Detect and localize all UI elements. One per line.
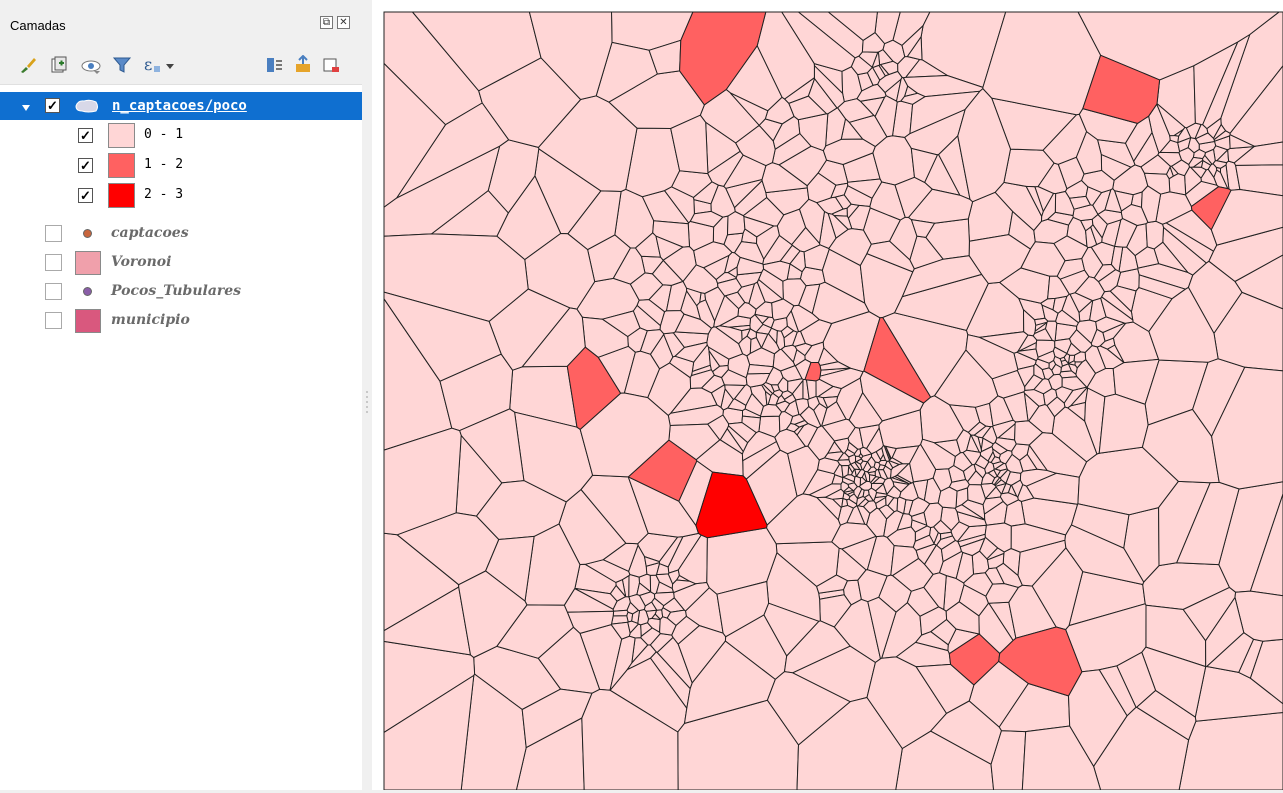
voronoi-cells <box>383 11 1283 790</box>
voronoi-map[interactable] <box>372 0 1283 790</box>
class-label: 2 - 3 <box>144 187 184 202</box>
layers-toolbar: ε <box>0 46 362 85</box>
layer-checkbox[interactable]: ✓ <box>45 98 60 113</box>
eye-icon[interactable] <box>80 54 102 76</box>
class-checkbox[interactable]: ✓ <box>78 158 93 173</box>
layer-name[interactable]: n_captacoes/poco <box>112 98 247 114</box>
layer-name[interactable]: Pocos_Tubulares <box>111 283 241 299</box>
remove-layer-icon[interactable] <box>320 54 342 76</box>
layer-name[interactable]: municipio <box>111 312 190 328</box>
voronoi-cell <box>612 609 629 617</box>
layer-name[interactable]: Voronoi <box>111 254 171 270</box>
layer-row-selected[interactable]: ✓ n_captacoes/poco <box>0 92 362 120</box>
svg-text:ε: ε <box>144 55 152 74</box>
class-swatch <box>108 153 135 178</box>
layer-row-municipio[interactable]: municipio <box>0 307 362 335</box>
class-checkbox[interactable]: ✓ <box>78 128 93 143</box>
point-symbol-icon <box>83 229 92 238</box>
voronoi-cell <box>982 11 1102 116</box>
collapse-arrow-icon[interactable] <box>21 101 31 116</box>
layer-row-voronoi[interactable]: Voronoi <box>0 249 362 277</box>
style-brush-icon[interactable] <box>17 54 39 76</box>
polygon-layer-icon <box>74 98 100 117</box>
class-checkbox[interactable]: ✓ <box>78 188 93 203</box>
add-group-icon[interactable] <box>48 54 70 76</box>
class-swatch <box>108 183 135 208</box>
panel-header: Camadas ⧉ ✕ <box>0 0 362 46</box>
class-swatch <box>108 123 135 148</box>
legend-class-row[interactable]: ✓ 2 - 3 <box>0 180 362 208</box>
collapse-all-icon[interactable] <box>292 54 314 76</box>
layer-checkbox[interactable] <box>45 225 62 242</box>
panel-title: Camadas <box>10 18 66 33</box>
layer-row-pocos_tubulares[interactable]: Pocos_Tubulares <box>0 278 362 306</box>
point-symbol-icon <box>83 287 92 296</box>
filter-icon[interactable] <box>111 54 133 76</box>
voronoi-cell <box>1168 173 1187 196</box>
float-icon[interactable]: ⧉ <box>320 16 333 29</box>
legend-class-row[interactable]: ✓ 1 - 2 <box>0 150 362 178</box>
legend-class-row[interactable]: ✓ 0 - 1 <box>0 120 362 148</box>
panel-splitter[interactable] <box>362 0 372 790</box>
voronoi-cell <box>841 497 849 508</box>
layer-checkbox[interactable] <box>45 283 62 300</box>
close-icon[interactable]: ✕ <box>337 16 350 29</box>
layer-checkbox[interactable] <box>45 254 62 271</box>
layers-panel: Camadas ⧉ ✕ ε ✓ n_captacoes/poco ✓ 0 - 1… <box>0 0 362 790</box>
polygon-symbol-icon <box>75 251 101 275</box>
voronoi-cell <box>1098 393 1149 454</box>
layer-row-captacoes[interactable]: captacoes <box>0 220 362 248</box>
layer-name[interactable]: captacoes <box>111 225 189 241</box>
map-canvas[interactable] <box>372 0 1283 790</box>
layer-checkbox[interactable] <box>45 312 62 329</box>
class-label: 0 - 1 <box>144 127 184 142</box>
class-label: 1 - 2 <box>144 157 184 172</box>
expand-all-icon[interactable] <box>263 54 285 76</box>
polygon-symbol-icon <box>75 309 101 333</box>
voronoi-cell <box>746 363 774 375</box>
expression-filter-icon[interactable]: ε <box>142 54 182 76</box>
